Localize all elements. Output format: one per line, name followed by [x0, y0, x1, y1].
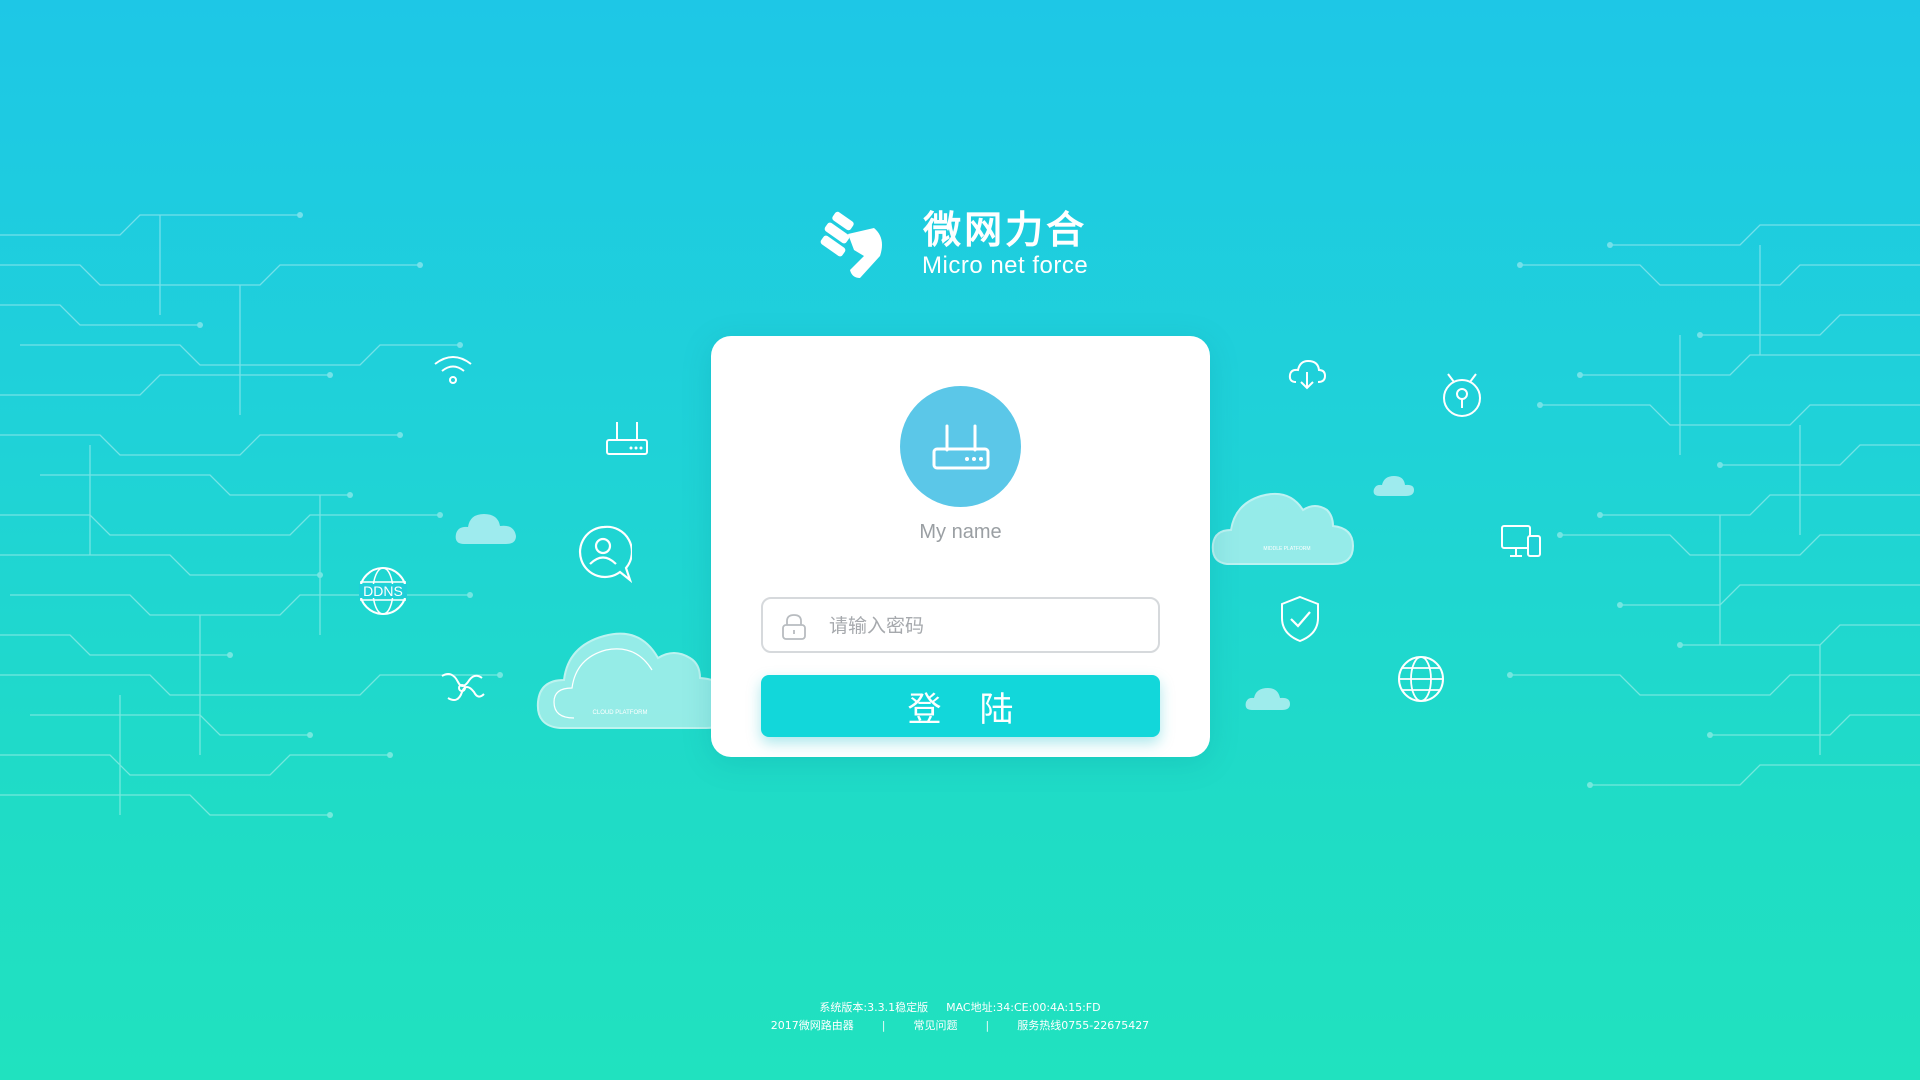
- cloud-tiny-icon: [1372, 474, 1416, 498]
- brand-name-en: Micro net force: [922, 252, 1089, 279]
- password-field[interactable]: [761, 597, 1160, 653]
- footer-system-info: 系统版本:3.3.1稳定版 MAC地址:34:CE:00:4A:15:FD: [0, 998, 1920, 1016]
- wifi-icon: [432, 352, 474, 388]
- ddns-globe-icon: DDNS: [357, 565, 409, 617]
- service-hotline: 服务热线0755-22675427: [1017, 1019, 1150, 1032]
- system-version: 系统版本:3.3.1稳定版: [819, 1001, 929, 1014]
- hand-logo-icon: [820, 211, 882, 278]
- globe-icon: [1396, 654, 1446, 704]
- brand-name-cn: 微网力合: [923, 208, 1088, 252]
- cloud-tiny-2-icon: [1244, 686, 1292, 712]
- lock-icon: [782, 614, 806, 640]
- avatar: [900, 386, 1021, 507]
- password-input[interactable]: [827, 607, 1151, 645]
- brand-header: 微网力合 Micro net force: [818, 208, 1088, 282]
- cloud-platform-label: CLOUD PLATFORM: [593, 710, 648, 716]
- shield-check-icon: [1278, 594, 1322, 644]
- middle-platform-cloud-icon: MIDDLE PLATFORM: [1209, 480, 1355, 566]
- link-icon: [438, 668, 486, 708]
- cloud-download-icon: [1288, 358, 1326, 392]
- username-label: My name: [919, 521, 1002, 543]
- faq-link[interactable]: 常见问题: [914, 1017, 958, 1033]
- router-icon: [932, 424, 989, 469]
- mac-address: MAC地址:34:CE:00:4A:15:FD: [946, 1001, 1101, 1014]
- user-chat-icon: [576, 524, 632, 584]
- ddns-label: DDNS: [363, 583, 403, 599]
- router-small-icon: [605, 420, 649, 458]
- devices-icon: [1500, 522, 1542, 560]
- copyright: 2017微网路由器: [770, 1019, 854, 1032]
- brand-text: 微网力合 Micro net force: [922, 209, 1088, 281]
- circuit-pattern-right: [1507, 224, 1920, 788]
- login-card: My name 登陆: [711, 336, 1210, 757]
- cloud-platform-icon: CLOUD PLATFORM: [534, 618, 734, 730]
- middle-platform-label: MIDDLE PLATFORM: [1263, 546, 1310, 552]
- footer: 系统版本:3.3.1稳定版 MAC地址:34:CE:00:4A:15:FD 20…: [0, 998, 1920, 1034]
- footer-links: 2017微网路由器 | 常见问题 | 服务热线0755-22675427: [0, 1016, 1920, 1034]
- footer-separator: |: [985, 1018, 990, 1032]
- login-button[interactable]: 登陆: [761, 675, 1160, 737]
- cloud-small-icon: [454, 510, 518, 546]
- footer-separator: |: [881, 1018, 886, 1032]
- location-pin-icon: [1440, 370, 1484, 418]
